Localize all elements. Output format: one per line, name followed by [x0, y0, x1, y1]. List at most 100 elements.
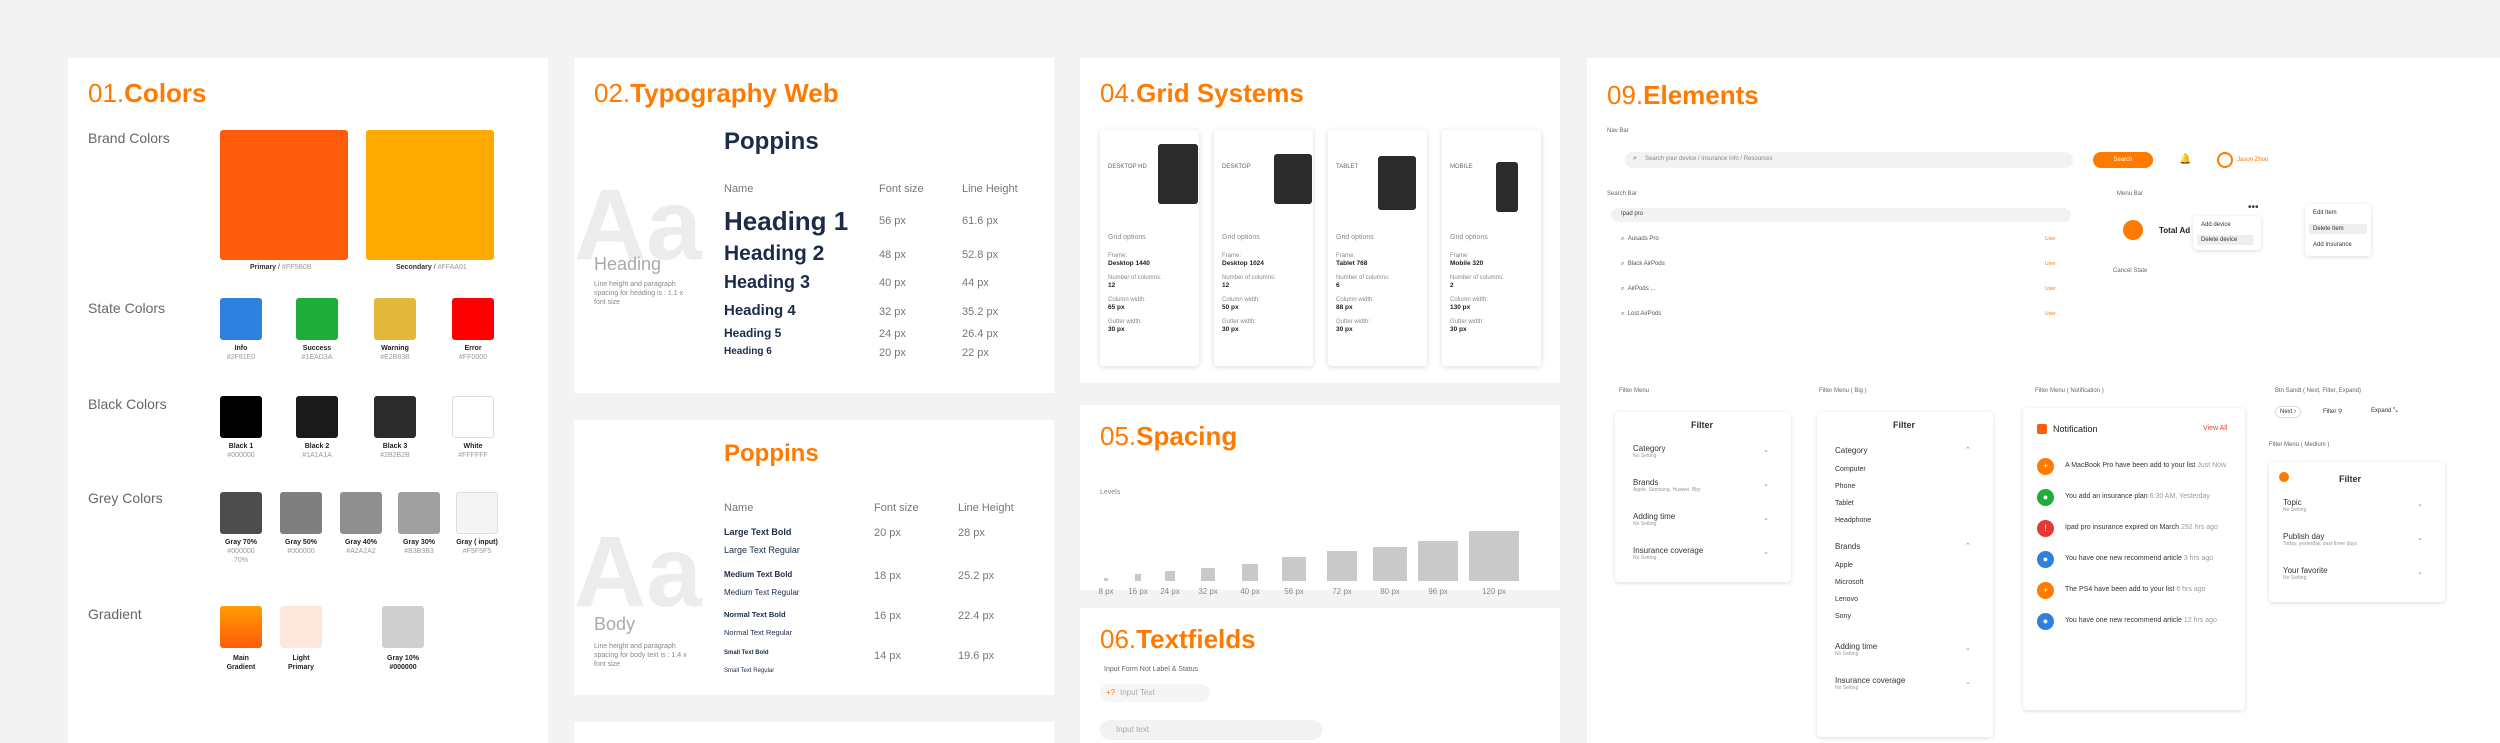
filter-menu: Filter Category No Setting ⌄ Brands Apple, …	[1615, 412, 1791, 582]
col-name: Name	[724, 183, 754, 195]
colors-card: 01.Colors Brand Colors State Colors Blac…	[68, 58, 548, 743]
chevron-up-icon[interactable]: ⌃	[1965, 542, 1971, 550]
chevron-down-icon[interactable]: ⌄	[1763, 446, 1769, 454]
notification-icon: ●	[2037, 613, 2054, 630]
more-icon[interactable]: •••	[2248, 202, 2259, 213]
search-result[interactable]: ⌕ Ausads Pro	[1621, 236, 1659, 243]
swatch-state-1	[296, 298, 338, 340]
filter-row[interactable]: Category No Setting	[1633, 444, 1665, 459]
column-width-row: Column width: 50 px	[1222, 297, 1261, 311]
category-option[interactable]: Headphone	[1835, 517, 1871, 524]
chevron-down-icon[interactable]: ⌄	[1763, 514, 1769, 522]
filter-row[interactable]: Publish day Today, yesterday, past three …	[2283, 532, 2357, 547]
text-input[interactable]: Input text	[1100, 720, 1322, 740]
avatar[interactable]	[2217, 152, 2233, 168]
search-result[interactable]: ⌕ AirPods ...	[1621, 286, 1655, 293]
chevron-down-icon[interactable]: ⌄	[1965, 678, 1971, 686]
brands-header[interactable]: Brands	[1835, 542, 1860, 551]
filter-row[interactable]: Brands Apple, Samsung, Huawei, Bby	[1633, 478, 1701, 493]
font-size-value: 16 px	[874, 610, 901, 622]
levels-label: Levels	[1100, 489, 1121, 496]
gutter-width-row: Gutter width: 30 px	[1108, 319, 1143, 333]
notification-item[interactable]: You have one new recommend article 3 hrs…	[2065, 555, 2213, 562]
menu-item-delete-device[interactable]: Delete device	[2197, 235, 2253, 245]
text-input-focused[interactable]: +? Input Text	[1100, 684, 1210, 702]
body-caption: Body	[594, 614, 636, 634]
frame-row: Frame: Desktop 1440	[1108, 253, 1150, 267]
chevron-down-icon[interactable]: ⌄	[2417, 568, 2423, 576]
menubar-label: Menu Bar	[2117, 191, 2144, 197]
brand-option[interactable]: Apple	[1835, 562, 1853, 569]
filter-row[interactable]: Topic No Setting	[2283, 498, 2306, 513]
filter-row[interactable]: Insurance coverage No Setting	[1633, 546, 1703, 561]
notification-icon: +	[2037, 458, 2054, 475]
filter-button[interactable]: Filter ⚲	[2319, 406, 2353, 418]
heading-sample: Heading 1	[724, 206, 849, 236]
font-size-value: 20 px	[879, 347, 906, 359]
swatch-label: Info #2F81E0	[226, 345, 256, 361]
search-result[interactable]: ⌕ Black AirPods	[1621, 261, 1665, 268]
nav-search-input[interactable]: ⌕ Search your device / insurance info / …	[1625, 152, 2073, 168]
gutter-width-row: Gutter width: 30 px	[1336, 319, 1371, 333]
expand-button[interactable]: Expand ⤡	[2367, 406, 2407, 418]
filter-row[interactable]: Adding time No Setting	[1633, 512, 1675, 527]
search-value: Ipad pro	[1621, 211, 1644, 217]
section-title: 01.Colors	[88, 78, 207, 108]
notification-item[interactable]: Ipad pro insurance expired on March 292 …	[2065, 524, 2218, 531]
adding-time-header[interactable]: Adding time No Setting	[1835, 642, 1877, 657]
chevron-down-icon[interactable]: ⌄	[1965, 644, 1971, 652]
chevron-down-icon[interactable]: ⌄	[2417, 534, 2423, 542]
filter-notif-label: Filter Menu ( Notification )	[2035, 388, 2104, 394]
body-bold-sample: Normal Text Bold	[724, 610, 786, 619]
swatch-state-0	[220, 298, 262, 340]
close-icon[interactable]	[2279, 472, 2289, 482]
menu-item-add-device[interactable]: Add device	[2201, 222, 2231, 228]
brand-option[interactable]: Microsoft	[1835, 579, 1863, 586]
swatch-black-3	[452, 396, 494, 438]
insurance-header[interactable]: Insurance coverage No Setting	[1835, 676, 1905, 691]
section-title: 02.Typography Web	[594, 78, 839, 108]
gradient-swatch-1	[280, 606, 322, 648]
body-bold-sample: Small Text Bold	[724, 650, 769, 656]
search-result[interactable]: ⌕ Lost AirPods	[1621, 311, 1661, 318]
chevron-down-icon[interactable]: ⌄	[1763, 548, 1769, 556]
chevron-down-icon[interactable]: ⌄	[1763, 480, 1769, 488]
swatch-label: Black 1 #000000	[227, 443, 255, 459]
notification-item[interactable]: A MacBook Pro have been add to your list…	[2065, 462, 2226, 469]
font-size-value: 48 px	[879, 248, 906, 261]
filter-row[interactable]: Your favorite No Setting	[2283, 566, 2328, 581]
notification-item[interactable]: You have one new recommend article 12 hr…	[2065, 617, 2217, 624]
nav-search-button[interactable]: Search	[2093, 152, 2153, 168]
notification-item[interactable]: The PS4 have been add to your list 6 hrs…	[2065, 586, 2206, 593]
spacing-bar	[1282, 557, 1306, 581]
body-bold-sample: Large Text Bold	[724, 527, 792, 537]
gradient-swatch-2	[382, 606, 424, 648]
textfield-subtitle: Input Form Not Label & Status	[1104, 666, 1199, 673]
category-option[interactable]: Tablet	[1835, 500, 1854, 507]
chevron-down-icon[interactable]: ⌄	[2417, 500, 2423, 508]
next-button[interactable]: Next ›	[2275, 406, 2301, 418]
result-tag: User	[2045, 286, 2056, 292]
filter-title: Filter	[1691, 420, 1714, 430]
bell-icon[interactable]: 🔔	[2179, 154, 2191, 165]
font-size-value: 32 px	[879, 305, 906, 318]
category-option[interactable]: Computer	[1835, 466, 1866, 473]
search-bar-input[interactable]: Ipad pro	[1611, 208, 2071, 222]
notification-item[interactable]: You add an insurance plan 6:30 AM, Yeste…	[2065, 493, 2210, 500]
category-header[interactable]: Category	[1835, 446, 1867, 455]
brand-option[interactable]: Lenovo	[1835, 596, 1858, 603]
line-height-value: 25.2 px	[958, 570, 995, 582]
chevron-up-icon[interactable]: ⌃	[1965, 446, 1971, 454]
menu-item-delete[interactable]: Delete Item	[2309, 224, 2367, 234]
swatch-secondary	[366, 130, 494, 260]
btn-sandt-label: Btn Sandt ( Next, Filter, Expand)	[2275, 388, 2362, 394]
spacing-bar	[1241, 564, 1259, 581]
gutter-width-row: Gutter width: 30 px	[1450, 319, 1485, 333]
menu-item-edit[interactable]: Edit Item	[2313, 210, 2337, 216]
spacing-bar	[1164, 570, 1176, 581]
view-all-link[interactable]: View All	[2203, 425, 2227, 432]
user-name[interactable]: Jason Zhou	[2237, 157, 2268, 163]
menu-item-add-insurance[interactable]: Add Insurance	[2313, 242, 2352, 248]
brand-option[interactable]: Sony	[1835, 613, 1851, 620]
category-option[interactable]: Phone	[1835, 483, 1855, 490]
